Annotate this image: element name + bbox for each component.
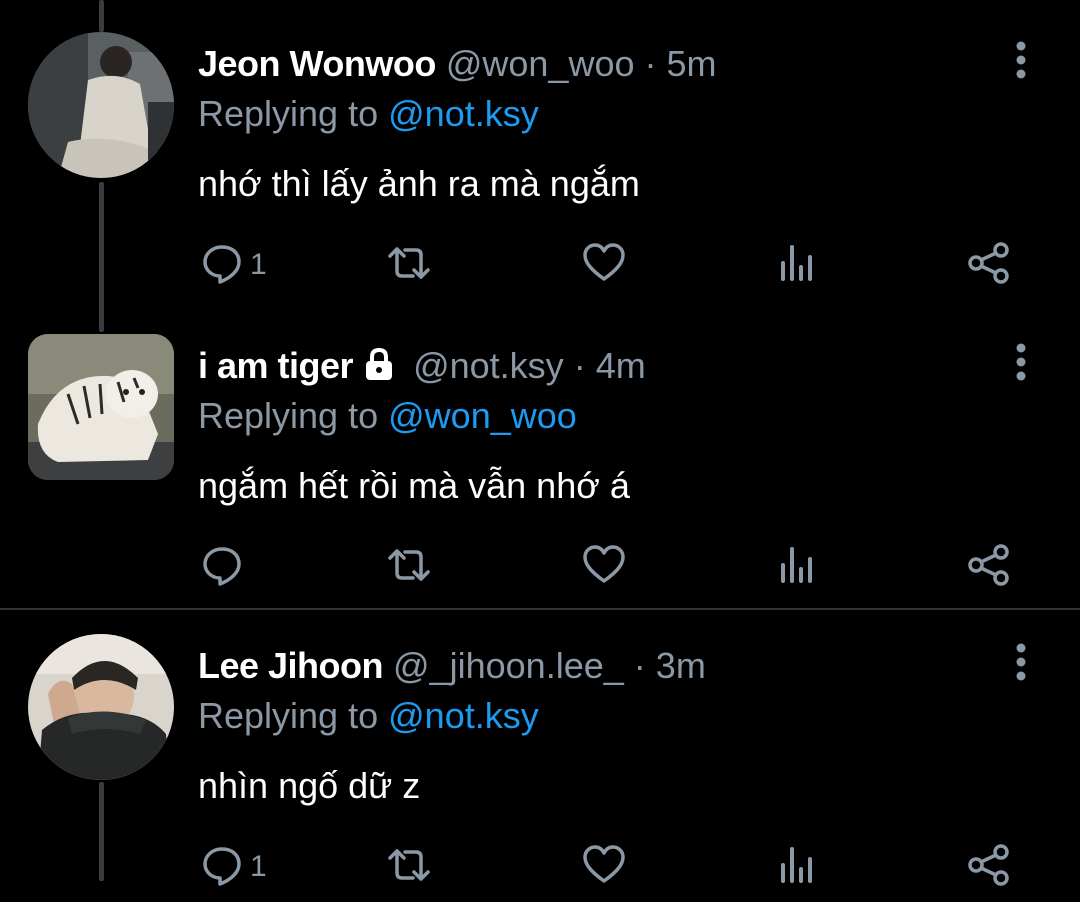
- timestamp[interactable]: 4m: [596, 345, 646, 386]
- replying-to-line: Replying to @not.ksy: [198, 90, 539, 138]
- analytics-icon: [775, 543, 819, 592]
- mention-link[interactable]: @won_woo: [388, 395, 577, 436]
- tweet-text: nhìn ngố dữ z: [198, 765, 421, 806]
- more-icon[interactable]: [1008, 342, 1034, 382]
- mention-link[interactable]: @not.ksy: [388, 93, 539, 134]
- retweet-button[interactable]: [387, 240, 431, 290]
- separator-dot: ·: [573, 345, 586, 386]
- avatar[interactable]: [28, 32, 174, 178]
- tweet-actions: 1: [0, 842, 1080, 892]
- display-name[interactable]: Lee Jihoon: [198, 645, 384, 686]
- tweet-text: nhớ thì lấy ảnh ra mà ngắm: [198, 163, 640, 204]
- share-button[interactable]: [967, 240, 1011, 290]
- retweet-button[interactable]: [387, 842, 431, 892]
- reply-button[interactable]: 1: [200, 240, 267, 290]
- share-icon: [967, 843, 1011, 892]
- tweet[interactable]: Lee Jihoon @_jihoon.lee_ · 3m Replying t…: [0, 602, 1080, 902]
- timestamp[interactable]: 5m: [667, 43, 717, 84]
- user-handle[interactable]: @won_woo: [446, 43, 635, 84]
- avatar[interactable]: [28, 634, 174, 780]
- display-name[interactable]: i am tiger: [198, 345, 354, 386]
- like-button[interactable]: [582, 240, 626, 290]
- like-button[interactable]: [582, 542, 626, 592]
- analytics-button[interactable]: [775, 842, 819, 892]
- reply-icon: [200, 843, 244, 892]
- reply-icon: [200, 543, 244, 592]
- more-icon[interactable]: [1008, 642, 1034, 682]
- like-icon: [582, 843, 626, 892]
- replying-to-label: Replying to: [198, 395, 379, 436]
- like-icon: [582, 543, 626, 592]
- tweet-actions: [0, 542, 1080, 592]
- tweet-actions: 1: [0, 240, 1080, 290]
- replying-to-label: Replying to: [198, 93, 379, 134]
- reply-icon: [200, 241, 244, 290]
- retweet-icon: [387, 241, 431, 290]
- tweet-text: ngắm hết rồi mà vẫn nhớ á: [198, 465, 630, 506]
- avatar[interactable]: [28, 334, 174, 480]
- separator-dot: ·: [633, 645, 646, 686]
- tweet[interactable]: Jeon Wonwoo @won_woo · 5m Replying to @n…: [0, 0, 1080, 300]
- replying-to-line: Replying to @won_woo: [198, 392, 577, 440]
- reply-count: 1: [250, 248, 267, 281]
- like-button[interactable]: [582, 842, 626, 892]
- reply-button[interactable]: 1: [200, 842, 267, 892]
- analytics-icon: [775, 241, 819, 290]
- replying-to-label: Replying to: [198, 695, 379, 736]
- reply-count: 1: [250, 850, 267, 883]
- share-icon: [967, 543, 1011, 592]
- analytics-button[interactable]: [775, 542, 819, 592]
- retweet-icon: [387, 543, 431, 592]
- display-name[interactable]: Jeon Wonwoo: [198, 43, 436, 84]
- lock-icon: [361, 344, 397, 396]
- like-icon: [582, 241, 626, 290]
- user-handle[interactable]: @not.ksy: [413, 345, 564, 386]
- timestamp[interactable]: 3m: [656, 645, 706, 686]
- share-icon: [967, 241, 1011, 290]
- share-button[interactable]: [967, 542, 1011, 592]
- analytics-icon: [775, 843, 819, 892]
- reply-button[interactable]: [200, 542, 250, 592]
- analytics-button[interactable]: [775, 240, 819, 290]
- mention-link[interactable]: @not.ksy: [388, 695, 539, 736]
- more-icon[interactable]: [1008, 40, 1034, 80]
- retweet-button[interactable]: [387, 542, 431, 592]
- separator-dot: ·: [644, 43, 657, 84]
- tweet[interactable]: i am tiger @not.ksy · 4m Replying to @wo…: [0, 302, 1080, 602]
- share-button[interactable]: [967, 842, 1011, 892]
- user-handle[interactable]: @_jihoon.lee_: [393, 645, 624, 686]
- replying-to-line: Replying to @not.ksy: [198, 692, 539, 740]
- retweet-icon: [387, 843, 431, 892]
